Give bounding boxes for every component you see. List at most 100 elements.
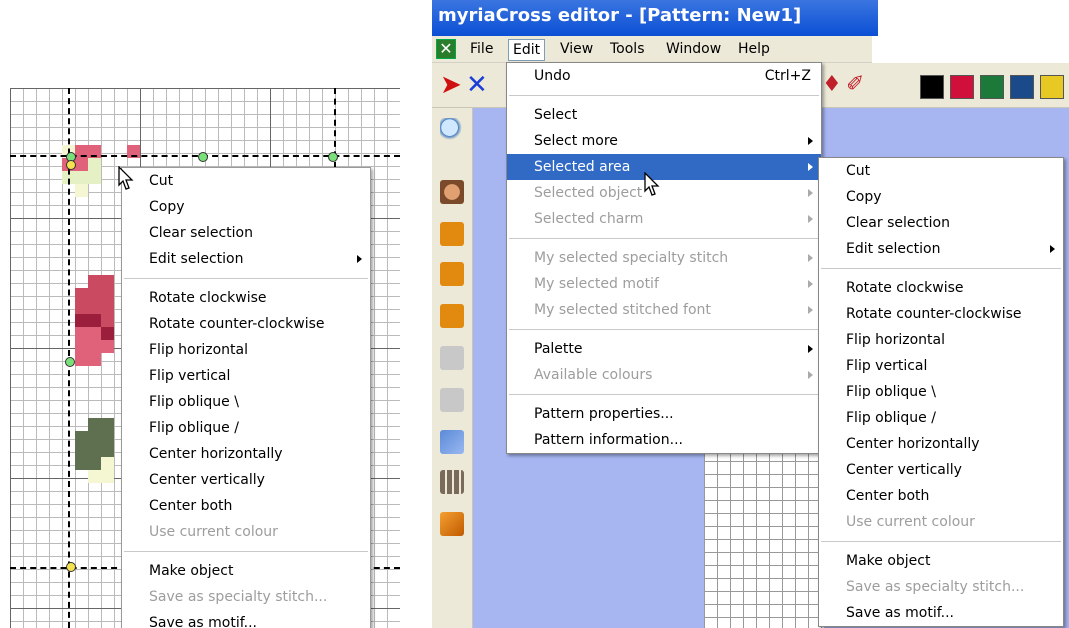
copy-document-icon[interactable] [440,262,464,286]
stitch-cell [88,418,101,431]
menu-item-select[interactable]: Select [507,102,821,128]
menu-item-flip-oblique[interactable]: Flip oblique \ [122,389,370,415]
menu-item-center-horizontally[interactable]: Center horizontally [122,441,370,467]
clipboard-icon[interactable] [440,388,464,412]
paint-bucket-icon[interactable]: ♦ [822,71,842,99]
menu-separator [124,551,368,552]
menu-tools[interactable]: Tools [606,39,649,59]
menu-item-undo[interactable]: Undo Ctrl+Z [507,63,821,89]
stitch-cell [75,171,88,184]
menu-item-clear-selection[interactable]: Clear selection [122,220,370,246]
menu-item-save-as-motif[interactable]: Save as motif... [122,610,370,628]
window-title: myriaCross editor - [Pattern: New1] [438,5,802,26]
menu-item-make-object[interactable]: Make object [122,558,370,584]
portrait-icon[interactable] [440,180,464,204]
stitch-cell [101,470,114,483]
menu-item-flip-vertical[interactable]: Flip vertical [819,353,1063,379]
menu-item-label: Save as specialty stitch... [846,579,1025,595]
menu-bar: ✕ File Edit View Tools Window Help [432,36,872,63]
menu-item-label: Palette [534,341,583,357]
menu-item-label: Pattern information... [534,432,683,448]
pointer-tool-icon[interactable]: ➤ [440,71,462,99]
menu-item-label: Center vertically [846,462,962,478]
menu-item-save-as-motif[interactable]: Save as motif... [819,600,1063,626]
app-icon[interactable]: ✕ [436,39,456,59]
back-arrow-icon[interactable] [440,430,464,454]
menu-item-my-selected-motif: My selected motif [507,271,821,297]
menu-item-center-both[interactable]: Center both [819,483,1063,509]
stitch-cell [101,444,114,457]
color-swatch-blue[interactable] [1010,75,1034,99]
menu-item-make-object[interactable]: Make object [819,548,1063,574]
menu-view[interactable]: View [556,39,597,59]
menu-item-cut[interactable]: Cut [122,168,370,194]
color-swatch-gold[interactable] [1040,75,1064,99]
stitch-cell [101,301,114,314]
color-swatch-black[interactable] [920,75,944,99]
color-swatch-green[interactable] [980,75,1004,99]
menu-item-label: Flip horizontal [149,342,248,358]
menu-item-pattern-properties[interactable]: Pattern properties... [507,401,821,427]
menu-item-copy[interactable]: Copy [122,194,370,220]
menu-item-rotate-clockwise[interactable]: Rotate clockwise [819,275,1063,301]
selection-handle[interactable] [65,357,75,367]
menu-item-center-vertically[interactable]: Center vertically [122,467,370,493]
menu-edit[interactable]: Edit [508,39,546,61]
menu-item-clear-selection[interactable]: Clear selection [819,210,1063,236]
selection-handle[interactable] [66,160,76,170]
menu-item-copy[interactable]: Copy [819,184,1063,210]
stitch-cell [75,353,88,366]
submenu-arrow-icon [808,280,813,288]
menu-item-center-vertically[interactable]: Center vertically [819,457,1063,483]
pattern-canvas[interactable] [704,448,824,628]
selection-handle[interactable] [198,152,208,162]
zoom-in-icon[interactable] [440,118,464,142]
stitch-cell [88,288,101,301]
menu-item-label: Flip oblique / [846,410,936,426]
submenu-arrow-icon [808,345,813,353]
menu-item-flip-oblique[interactable]: Flip oblique / [819,405,1063,431]
cross-stitch-tool-icon[interactable]: ✕ [466,71,488,99]
menu-help[interactable]: Help [734,39,774,59]
menu-item-label: My selected motif [534,276,659,292]
find-icon[interactable] [440,304,464,328]
color-swatch-red[interactable] [950,75,974,99]
menu-item-available-colours: Available colours [507,362,821,388]
menu-item-flip-horizontal[interactable]: Flip horizontal [819,327,1063,353]
cube-icon[interactable] [440,512,464,536]
menu-item-select-more[interactable]: Select more [507,128,821,154]
menu-item-flip-horizontal[interactable]: Flip horizontal [122,337,370,363]
submenu-arrow-icon [808,137,813,145]
menu-item-use-current-colour: Use current colour [819,509,1063,535]
menu-item-save-as-specialty-stitch: Save as specialty stitch... [122,584,370,610]
selection-handle[interactable] [66,562,76,572]
clipboard-icon[interactable] [440,346,464,370]
menu-item-pattern-information[interactable]: Pattern information... [507,427,821,453]
menu-item-label: Flip horizontal [846,332,945,348]
menu-item-edit-selection[interactable]: Edit selection [122,246,370,272]
menu-window[interactable]: Window [662,39,725,59]
title-bar: myriaCross editor - [Pattern: New1] [432,0,878,36]
eyedropper-icon[interactable]: ✐ [846,71,864,99]
menu-item-center-horizontally[interactable]: Center horizontally [819,431,1063,457]
menu-item-rotate-counter-clockwise[interactable]: Rotate counter-clockwise [122,311,370,337]
selection-handle[interactable] [328,152,338,162]
menu-item-flip-vertical[interactable]: Flip vertical [122,363,370,389]
menu-item-palette[interactable]: Palette [507,336,821,362]
menu-item-flip-oblique[interactable]: Flip oblique \ [819,379,1063,405]
menu-file[interactable]: File [466,39,497,59]
menu-item-selected-area[interactable]: Selected area [507,154,821,180]
menu-item-rotate-counter-clockwise[interactable]: Rotate counter-clockwise [819,301,1063,327]
menu-item-cut[interactable]: Cut [819,158,1063,184]
menu-item-center-both[interactable]: Center both [122,493,370,519]
menu-item-label: Make object [846,553,931,569]
menu-item-edit-selection[interactable]: Edit selection [819,236,1063,262]
check-document-icon[interactable] [440,222,464,246]
menu-item-selected-object: Selected object [507,180,821,206]
menu-item-flip-oblique[interactable]: Flip oblique / [122,415,370,441]
grid-icon[interactable] [440,470,464,494]
menu-item-rotate-clockwise[interactable]: Rotate clockwise [122,285,370,311]
menu-item-label: Center both [846,488,930,504]
stitch-cell [101,431,114,444]
menu-item-label: Selected area [534,159,631,175]
